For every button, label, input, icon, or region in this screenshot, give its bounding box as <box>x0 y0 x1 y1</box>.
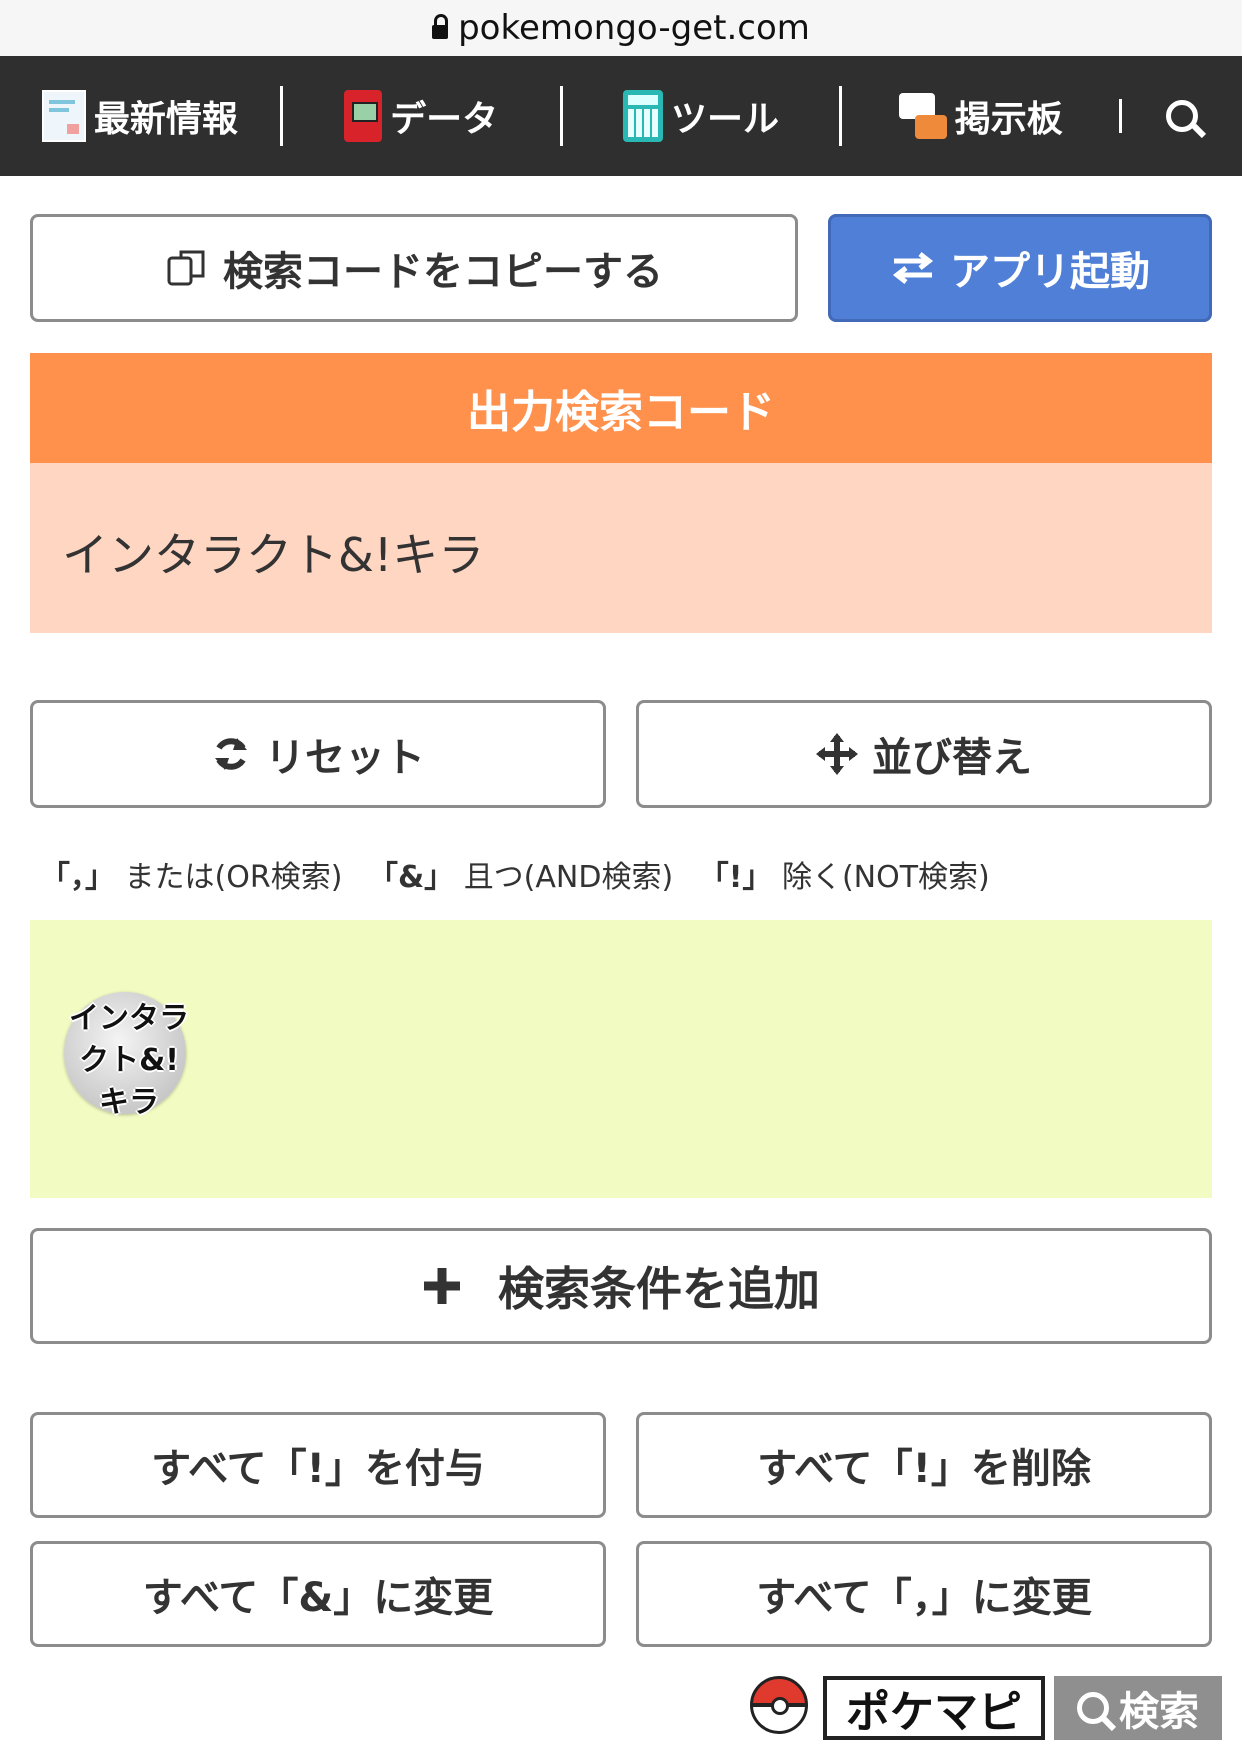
plus-icon <box>424 1268 460 1304</box>
add-not-all-button[interactable]: すべて「!」を付与 <box>30 1412 606 1518</box>
nav-item-label: 掲示板 <box>954 99 1063 140</box>
operator-legend: 「，」 または(OR検索) 「&」 且つ(AND検索) 「!」 除く(NOT検索… <box>40 852 1006 896</box>
output-code-header: 出力検索コード <box>30 353 1212 463</box>
launch-app-button[interactable]: アプリ起動 <box>828 214 1212 322</box>
nav-item-label: データ <box>390 99 499 140</box>
chat-icon <box>898 93 947 139</box>
lock-icon <box>432 14 449 39</box>
and-symbol: 「&」 <box>367 860 455 895</box>
brand-search-button[interactable]: 検索 <box>1054 1676 1222 1740</box>
swap-arrows-icon <box>892 252 934 284</box>
remove-not-all-button[interactable]: すべて「!」を削除 <box>636 1412 1212 1518</box>
nav-search-button[interactable] <box>1122 56 1242 176</box>
copy-code-label: 検索コードをコピーする <box>223 249 663 295</box>
search-icon <box>1166 100 1199 132</box>
reset-label: リセット <box>265 735 425 781</box>
nav-item-board[interactable]: 掲示板 <box>842 56 1119 176</box>
brand-name: ポケマピ <box>846 1687 1022 1738</box>
refresh-icon <box>215 738 247 770</box>
url-text: pokemongo-get.com <box>458 8 810 48</box>
brand-logo[interactable]: ポケマピ <box>823 1676 1045 1740</box>
copy-icon <box>167 250 205 286</box>
brand-search-label: 検索 <box>1119 1689 1199 1735</box>
condition-area: インタラ クト&! キラ <box>30 920 1212 1198</box>
output-code-text: インタラクト&!キラ <box>62 528 485 582</box>
change-all-and-label: すべて「&」に変更 <box>142 1575 494 1621</box>
change-all-or-label: すべて「，」に変更 <box>756 1575 1092 1621</box>
magnifier-icon <box>1077 1692 1109 1724</box>
pokedex-icon <box>344 90 383 142</box>
launch-app-label: アプリ起動 <box>950 249 1150 295</box>
nav-item-data[interactable]: データ <box>283 56 560 176</box>
not-description: 除く(NOT検索) <box>781 860 990 895</box>
calculator-icon <box>622 90 663 142</box>
condition-chip-label: インタラ クト&! キラ <box>69 1001 189 1120</box>
not-symbol: 「!」 <box>698 860 773 895</box>
change-all-or-button[interactable]: すべて「，」に変更 <box>636 1541 1212 1647</box>
nav-item-label: ツール <box>670 99 779 140</box>
nav-item-tools[interactable]: ツール <box>563 56 840 176</box>
change-all-and-button[interactable]: すべて「&」に変更 <box>30 1541 606 1647</box>
add-condition-button[interactable]: 検索条件を追加 <box>30 1228 1212 1344</box>
and-description: 且つ(AND検索) <box>463 860 674 895</box>
or-symbol: 「，」 <box>40 860 115 895</box>
nav-item-news[interactable]: 最新情報 <box>0 56 280 176</box>
top-navigation: 最新情報 データ ツール 掲示板 <box>0 56 1242 176</box>
output-code-box[interactable]: インタラクト&!キラ <box>30 463 1212 633</box>
remove-not-all-label: すべて「!」を削除 <box>757 1446 1091 1492</box>
browser-url-bar[interactable]: pokemongo-get.com <box>0 0 1242 56</box>
news-icon <box>41 90 86 142</box>
pokeball-logo-icon <box>742 1668 812 1738</box>
sort-button[interactable]: 並び替え <box>636 700 1212 808</box>
or-description: または(OR検索) <box>124 860 343 895</box>
sort-label: 並び替え <box>872 735 1032 781</box>
copy-code-button[interactable]: 検索コードをコピーする <box>30 214 798 322</box>
nav-item-label: 最新情報 <box>93 99 238 140</box>
add-condition-label: 検索条件を追加 <box>498 1262 820 1316</box>
reset-button[interactable]: リセット <box>30 700 606 808</box>
add-not-all-label: すべて「!」を付与 <box>151 1446 485 1492</box>
move-icon <box>816 733 858 775</box>
